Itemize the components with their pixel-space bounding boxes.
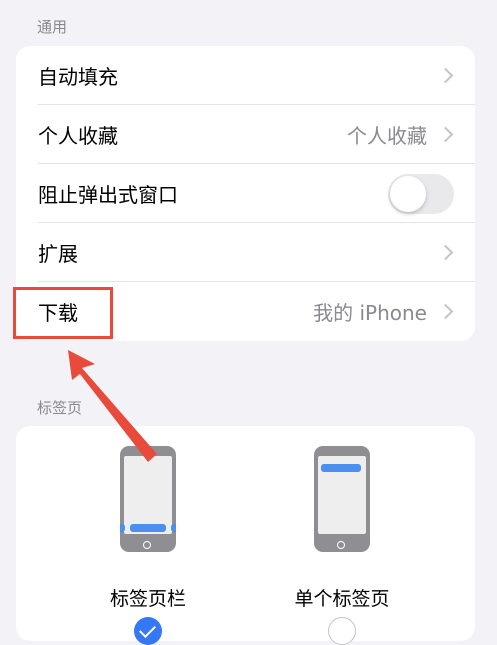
row-label-favorites: 个人收藏	[38, 124, 118, 148]
tab-option-label-tab-bar: 标签页栏	[109, 588, 186, 610]
tabs-layout-card: 标签页栏 单个标签页	[16, 426, 475, 645]
tab-bar-indicator-right	[171, 524, 176, 532]
tab-option-label-single-tab: 单个标签页	[294, 588, 390, 610]
row-value-favorites: 个人收藏	[347, 124, 427, 148]
row-label-extensions: 扩展	[38, 242, 78, 266]
home-button-icon	[337, 541, 345, 549]
section-header-general: 通用	[37, 18, 68, 36]
annotation-highlight-box	[13, 287, 113, 339]
chevron-right-icon	[437, 244, 454, 260]
row-label-autofill: 自动填充	[38, 65, 118, 89]
tab-bar-indicator	[130, 524, 166, 532]
row-label-block-popups: 阻止弹出式窗口	[38, 183, 178, 207]
phone-screen	[124, 456, 172, 534]
block-popups-toggle[interactable]	[388, 173, 454, 214]
section-header-tabs: 标签页	[37, 399, 83, 417]
address-bar-indicator	[321, 464, 361, 472]
row-block-popups: 阻止弹出式窗口	[16, 164, 475, 223]
row-extensions[interactable]: 扩展	[16, 223, 475, 282]
phone-single-tab-illustration	[314, 446, 370, 552]
chevron-right-icon	[437, 126, 454, 142]
phone-tab-bar-illustration	[120, 446, 176, 552]
row-autofill[interactable]: 自动填充	[16, 46, 475, 105]
chevron-right-icon	[437, 303, 454, 319]
checkmark-selected-icon[interactable]	[134, 617, 162, 645]
row-value-downloads: 我的 iPhone	[313, 301, 427, 325]
chevron-right-icon	[437, 67, 454, 83]
toggle-knob	[390, 175, 426, 212]
radio-unselected-icon[interactable]	[328, 617, 356, 645]
row-favorites[interactable]: 个人收藏 个人收藏	[16, 105, 475, 164]
tab-bar-indicator-left	[120, 524, 125, 532]
home-button-icon	[143, 541, 151, 549]
